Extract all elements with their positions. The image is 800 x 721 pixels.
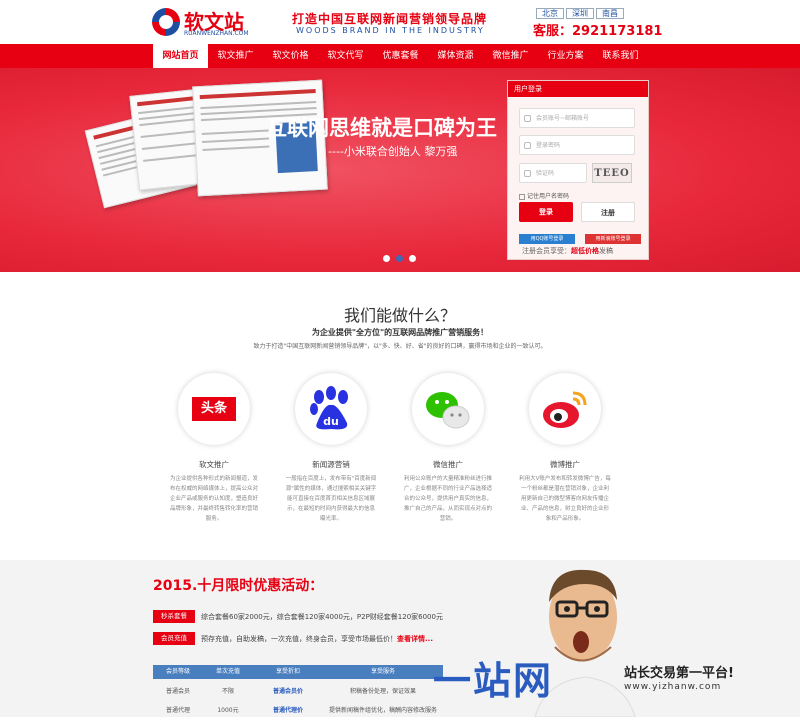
captcha-image[interactable]: TEEO: [592, 163, 632, 183]
user-icon: [524, 115, 531, 122]
table-header: 享受折扣: [275, 668, 300, 675]
nav-packages[interactable]: 优惠套餐: [373, 44, 428, 68]
table-cell: 普通代理: [165, 707, 190, 714]
watermark-brand: 一站网: [433, 659, 554, 703]
service-desc: 为企业提供各种形式的新闻报道，发布在权威的网络媒体上，提高公众对企业产品或服务的…: [169, 476, 258, 522]
promo-title: 2015.十月限时优惠活动：: [153, 578, 324, 594]
wechat-bubbles-icon: [426, 392, 470, 429]
register-button[interactable]: 注册: [581, 202, 635, 222]
checkbox-icon: [519, 193, 525, 200]
slogan-en: WOODS BRAND IN THE INDUSTRY: [296, 26, 485, 35]
service-name: 微信推广: [433, 460, 463, 469]
login-button[interactable]: 登录: [519, 202, 573, 222]
slogan: 打造中国互联网新闻营销领导品牌: [292, 12, 488, 26]
weibo-eye-icon: [543, 391, 587, 428]
city-nanchang[interactable]: 南昌: [596, 8, 624, 19]
service-name: 新闻源营销: [312, 460, 350, 469]
password-input[interactable]: 登录密码: [519, 135, 635, 155]
wechat-icon[interactable]: [412, 373, 484, 445]
table-cell: 普通代理价: [272, 707, 303, 714]
captcha-placeholder: 验证码: [536, 170, 555, 177]
baidu-paw-icon: du: [310, 386, 348, 430]
carousel-dot[interactable]: [409, 255, 416, 262]
city-switcher: 北京 深圳 南昌: [536, 8, 624, 19]
hero-subtitle: ----小米联合创始人 黎万强: [328, 145, 458, 158]
toutiao-icon[interactable]: 头条: [178, 373, 250, 445]
hero-title: 互联网思维就是口碑为王: [266, 116, 497, 140]
account-placeholder: 会员账号~邮箱账号: [536, 115, 590, 122]
site-logo[interactable]: 软文站 RUANWENZHAN.COM: [152, 6, 272, 40]
baidu-icon[interactable]: du: [295, 373, 367, 445]
nav-softarticle[interactable]: 软文推广: [208, 44, 263, 68]
nav-home[interactable]: 网站首页: [153, 44, 208, 68]
nav-wechat[interactable]: 微信推广: [483, 44, 538, 68]
table-cell: 提供新闻稿件组优化，稿酬内容修改服务: [328, 707, 437, 714]
table-cell: 普通会员价: [272, 688, 303, 695]
table-header: 会员等级: [165, 668, 190, 675]
service-desc: 利用公众账户的大量精准粉丝进行推广，企业根据不同的行业产品选择适合的公众号，提供…: [403, 476, 492, 522]
register-note: 注册会员享受：超低价格发稿: [522, 246, 613, 256]
carousel-dot-active[interactable]: [396, 255, 403, 262]
captcha-input[interactable]: 验证码: [519, 163, 587, 183]
hero-banner[interactable]: 互联网思维就是口碑为王 ----小米联合创始人 黎万强: [0, 68, 800, 272]
note-prefix: 注册会员享受：: [522, 247, 571, 255]
promo-tag-seckill[interactable]: 秒杀套餐: [153, 610, 195, 623]
service-name: 微博推广: [550, 460, 580, 469]
table-header: 享受服务: [370, 668, 395, 675]
promo-tag-recharge[interactable]: 会员充值: [153, 632, 195, 645]
services-subtitle: 为企业提供"全方位"的互联网品牌推广营销服务！: [311, 328, 489, 337]
logo-icon: [152, 8, 180, 36]
baidu-text: du: [323, 415, 339, 428]
watermark-tagline: 站长交易第一平台!: [624, 666, 734, 681]
qq-login-button[interactable]: 用QQ账号登录: [519, 234, 575, 244]
promo-text-seckill: 综合套餐60家2000元，综合套餐120家4000元，P2P财经套餐120家60…: [201, 613, 443, 621]
nav-contact[interactable]: 联系我们: [593, 44, 648, 68]
login-header: 用户登录: [508, 81, 648, 97]
weibo-login-button[interactable]: 用新浪账号登录: [585, 234, 641, 244]
services-title: 我们能做什么？: [343, 306, 456, 325]
table-cell: 1000元: [217, 707, 239, 714]
nav-writing[interactable]: 软文代写: [318, 44, 373, 68]
services-description: 致力于打造"中国互联网新闻营销领导品牌"，以"多、快、好、省"的良好的口碑，赢得…: [253, 343, 547, 350]
logo-subtext: RUANWENZHAN.COM: [184, 30, 249, 37]
remember-label: 记住用户名密码: [527, 193, 570, 200]
nav-pricing[interactable]: 软文价格: [263, 44, 318, 68]
shield-icon: [524, 170, 531, 177]
top-header: 软文站 RUANWENZHAN.COM 打造中国互联网新闻营销领导品牌 WOOD…: [0, 0, 800, 44]
note-suffix: 发稿: [599, 247, 613, 255]
carousel-dot[interactable]: [383, 255, 390, 262]
city-beijing[interactable]: 北京: [536, 8, 564, 19]
account-input[interactable]: 会员账号~邮箱账号: [519, 108, 635, 128]
recharge-text: 预存充值，自助发稿，一次充值，终身会员，享受市场最低价！: [201, 635, 397, 643]
login-panel: 用户登录 会员账号~邮箱账号 登录密码 验证码 TEEO 记住用户名密码 登录 …: [507, 80, 649, 260]
watermark-url: www.yizhanw.com: [624, 682, 722, 692]
promo-text-recharge: 预存充值，自助发稿，一次充值，终身会员，享受市场最低价！查看详情...: [201, 634, 433, 644]
nav-media[interactable]: 媒体资源: [428, 44, 483, 68]
lock-icon: [524, 142, 531, 149]
service-desc: 利用大V账户发布和转发微博广告，每一个粉丝都是潜在营销对象，企业利用更新自己的微…: [519, 476, 611, 522]
details-link[interactable]: 查看详情...: [397, 635, 433, 643]
password-placeholder: 登录密码: [536, 142, 561, 149]
table-header: 单次充值: [215, 668, 240, 675]
weibo-icon[interactable]: [529, 373, 601, 445]
service-desc: 一般指在百度上，发布带有"百度新闻源"属性的媒体，通过搜索相关关键字能可直接在百…: [285, 476, 377, 522]
main-nav: 网站首页 软文推广 软文价格 软文代写 优惠套餐 媒体资源 微信推广 行业方案 …: [0, 44, 800, 68]
service-name: 软文推广: [199, 460, 229, 469]
table-cell: 积稿备份处理，保证效果: [349, 688, 416, 695]
toutiao-badge: 头条: [192, 397, 236, 421]
nav-industry[interactable]: 行业方案: [538, 44, 593, 68]
table-cell: 不限: [221, 688, 234, 695]
membership-table-header: 会员等级 单次充值 享受折扣 享受服务: [153, 665, 443, 679]
remember-checkbox[interactable]: 记住用户名密码: [519, 191, 569, 200]
hotline: 客服：2921173181: [533, 24, 663, 39]
note-highlight: 超低价格: [571, 247, 599, 255]
table-cell: 普通会员: [165, 688, 190, 695]
carousel-dots: [383, 255, 416, 262]
city-shenzhen[interactable]: 深圳: [566, 8, 594, 19]
